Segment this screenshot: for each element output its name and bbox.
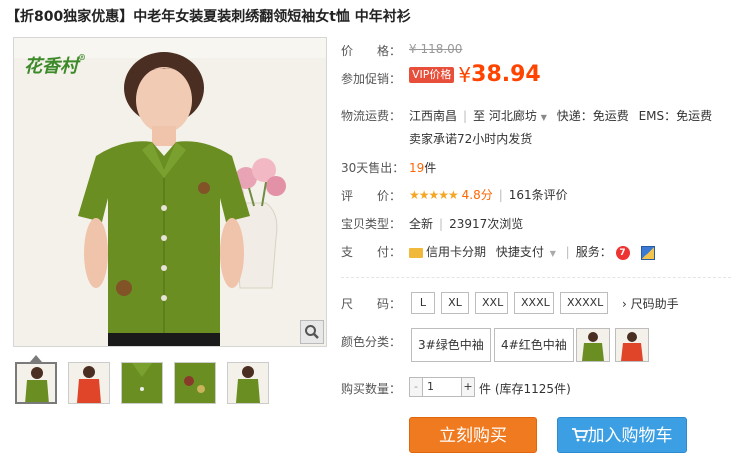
size-label: 尺 码： <box>341 297 402 311</box>
price-label: 价 格： <box>341 44 402 58</box>
thumbnail-3[interactable] <box>121 362 163 404</box>
thumbnail-4[interactable] <box>174 362 216 404</box>
color-option-green[interactable]: 3#绿色中袖 <box>411 328 491 362</box>
add-to-cart-button[interactable]: 加入购物车 <box>557 417 687 453</box>
zoom-button[interactable] <box>300 320 324 344</box>
chevron-down-icon: ▼ <box>540 113 547 122</box>
thumbnail-strip <box>15 362 269 404</box>
sales-value: 19件 <box>409 161 437 175</box>
payment-label: 支 付： <box>341 245 402 259</box>
thumb-indicator-arrow <box>30 355 42 362</box>
vip-badge: VIP价格 <box>409 66 455 83</box>
model-photo <box>14 38 326 346</box>
shipping-row: 江西南昌 | 至 河北廊坊 ▼ 快递：免运费 EMS：免运费 <box>409 109 713 123</box>
chevron-down-icon[interactable]: ▼ <box>550 249 556 258</box>
promo-label: 参加促销： <box>341 72 402 86</box>
size-guide-link[interactable]: › 尺码助手 <box>622 295 679 312</box>
ship-from: 江西南昌 <box>409 109 458 123</box>
quantity-increment-button[interactable]: + <box>461 377 475 397</box>
cart-icon <box>571 428 588 442</box>
review-count-link[interactable]: 161条评价 <box>509 188 568 202</box>
view-count: 23917次浏览 <box>449 217 524 231</box>
rating-score: 4.8分 <box>461 188 493 202</box>
current-price: 38.94 <box>471 62 541 87</box>
original-price: ¥ 118.00 <box>409 42 463 56</box>
ems-fee: EMS：免运费 <box>638 109 713 123</box>
thumbnail-1[interactable] <box>15 362 57 404</box>
credit-card-icon <box>409 247 423 258</box>
rating-label: 评 价： <box>341 189 402 203</box>
credit-installment-link[interactable]: 信用卡分期 <box>426 245 486 259</box>
quantity-decrement-button[interactable]: - <box>409 377 423 397</box>
payment-row: 信用卡分期 快捷支付 ▼ | 服务： 7 <box>409 243 656 260</box>
item-condition: 全新 <box>409 217 434 231</box>
star-rating-icon: ★★★★★ <box>409 188 459 202</box>
brand-logo: 花香村® <box>24 52 86 77</box>
promo-price-block: VIP价格 ¥38.94 <box>409 62 541 87</box>
color-swatch-green[interactable] <box>576 328 610 362</box>
thumbnail-2[interactable] <box>68 362 110 404</box>
item-type-label: 宝贝类型： <box>341 217 402 231</box>
buy-now-button[interactable]: 立刻购买 <box>409 417 537 453</box>
quick-pay-link[interactable]: 快捷支付 <box>496 245 544 259</box>
item-type-row: 全新 | 23917次浏览 <box>409 217 524 231</box>
main-product-image[interactable]: 花香村® <box>13 37 327 347</box>
currency-symbol: ¥ <box>458 62 472 87</box>
quantity-input[interactable]: 1 <box>422 377 462 397</box>
chevron-right-icon: › <box>622 297 627 311</box>
ship-to-select[interactable]: 河北廊坊 ▼ <box>489 109 547 123</box>
rating-row: ★★★★★ 4.8分 | 161条评价 <box>409 188 568 202</box>
color-swatch-red[interactable] <box>615 328 649 362</box>
ship-to-label: 至 <box>473 109 486 123</box>
service-label: 服务： <box>575 245 612 259</box>
quantity-label: 购买数量： <box>341 382 402 396</box>
delivery-promise: 卖家承诺72小时内发货 <box>409 132 533 146</box>
stock-info: 件 (库存1125件) <box>479 382 571 396</box>
color-option-red[interactable]: 4#红色中袖 <box>494 328 574 362</box>
section-divider <box>341 277 731 278</box>
magnifier-icon <box>305 325 319 339</box>
size-option-l[interactable]: L <box>411 292 435 314</box>
size-option-xxxxl[interactable]: XXXXL <box>560 292 608 314</box>
size-option-xxxl[interactable]: XXXL <box>514 292 554 314</box>
sales-label: 30天售出： <box>341 161 405 175</box>
express-fee: 快递：免运费 <box>556 109 629 123</box>
service-badge-icon[interactable] <box>641 245 656 260</box>
seven-day-return-icon[interactable]: 7 <box>615 245 630 260</box>
product-title: 【折800独家优惠】中老年女装夏装刺绣翻领短袖女t恤 中年衬衫 <box>6 9 411 25</box>
color-label: 颜色分类： <box>341 335 402 349</box>
shipping-label: 物流运费： <box>341 109 402 123</box>
size-option-xl[interactable]: XL <box>441 292 469 314</box>
thumbnail-5[interactable] <box>227 362 269 404</box>
size-option-xxl[interactable]: XXL <box>475 292 508 314</box>
